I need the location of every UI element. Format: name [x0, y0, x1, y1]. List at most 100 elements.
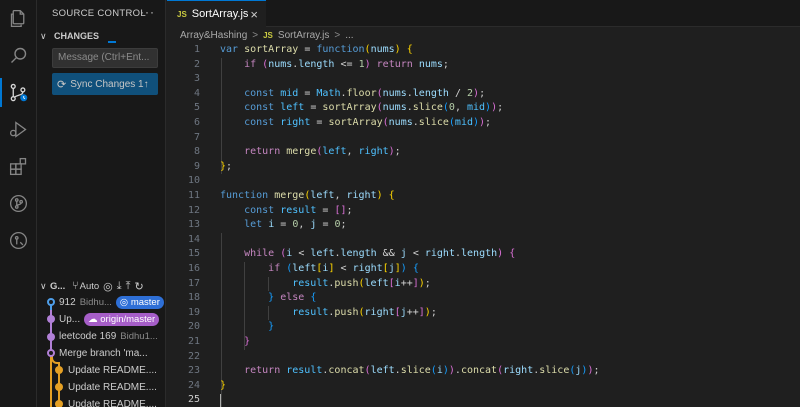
code-line: 3: [167, 72, 800, 87]
graph-row[interactable]: Update README....: [68, 362, 166, 379]
code-line: 11 function merge(left, right) {: [167, 189, 800, 204]
chevron-down-icon: ∨: [40, 280, 47, 291]
line-number: 7: [193, 131, 200, 143]
code-line: 6 const right = sortArray(nums.slice(mid…: [167, 116, 800, 131]
graph-node: [47, 333, 55, 341]
run-debug-icon[interactable]: [0, 111, 37, 148]
line-code: while (i < left.length && j < right.leng…: [244, 248, 516, 260]
line-code: const left = sortArray(nums.slice(0, mid…: [244, 102, 504, 114]
line-code: }: [220, 379, 227, 391]
activity-bar: [0, 0, 37, 407]
code-line: 19 result.push(right[j++]);: [167, 306, 800, 321]
line-code: } else {: [268, 292, 317, 304]
code-line: 18 } else {: [167, 291, 800, 306]
line-number: 15: [187, 248, 200, 260]
graph-label: G...: [50, 280, 66, 292]
line-number: 17: [187, 277, 200, 289]
tab-label: SortArray.js: [191, 8, 249, 20]
line-number: 3: [193, 73, 200, 85]
graph-auto-label[interactable]: Auto: [80, 281, 100, 292]
line-number: 25: [187, 394, 200, 406]
code-line: 4 const mid = Math.floor(nums.length / 2…: [167, 87, 800, 102]
line-number: 16: [187, 263, 200, 274]
line-number: 13: [187, 219, 200, 231]
commit-title: Up...: [59, 314, 81, 325]
refresh-icon[interactable]: ↻: [135, 280, 144, 293]
breadcrumb: Array&Hashing > JS SortArray.js > ...: [180, 28, 354, 43]
graph-section-header[interactable]: ∨ G... ⑂ Auto ◎ ⤓ ⤒ ↻: [37, 278, 166, 294]
line-number: 10: [187, 175, 200, 187]
commit-title: leetcode 169: [59, 331, 117, 342]
branch-badge: ◎ master: [115, 296, 164, 309]
code-line: 23 return result.concat(left.slice(i)).c…: [167, 364, 800, 379]
graph-node: [47, 349, 55, 357]
progress-indicator: [108, 41, 116, 43]
breadcrumb-file[interactable]: SortArray.js: [278, 30, 330, 41]
commit-title: Update README....: [68, 382, 157, 393]
graph-node: [55, 400, 63, 407]
line-code: if (left[i] < right[j]) {: [268, 263, 419, 274]
graph-row[interactable]: Merge branch 'ma...: [59, 345, 166, 362]
code-line: 10: [167, 174, 800, 189]
line-number: 12: [187, 204, 200, 216]
line-code: let i = 0, j = 0;: [244, 219, 347, 231]
code-line: 9};: [167, 160, 800, 175]
fetch-icon[interactable]: ⤓: [117, 280, 122, 293]
sync-changes-button[interactable]: ⟳ Sync Changes 1↑: [52, 73, 158, 95]
explorer-icon[interactable]: [0, 0, 37, 37]
line-code: };: [220, 160, 233, 172]
git-graph-icon[interactable]: [0, 185, 37, 222]
graph-row[interactable]: Up... ☁ origin/master: [59, 311, 166, 328]
breadcrumb-symbol[interactable]: ...: [345, 30, 353, 41]
line-code: if (nums.length <= 1) return nums;: [244, 58, 449, 70]
graph-node: [47, 298, 55, 306]
close-icon[interactable]: ×: [250, 7, 258, 22]
line-code: return merge(left, right);: [244, 146, 401, 158]
line-code: function merge(left, right) {: [220, 190, 395, 201]
commit-title: Update README....: [68, 365, 157, 376]
panel-title: SOURCE CONTROL: [52, 8, 146, 19]
remote-branch-badge-label: origin/master: [100, 314, 156, 325]
remote-explorer-icon[interactable]: [0, 222, 37, 259]
commit-message-input[interactable]: Message (Ctrl+Ent...: [52, 48, 158, 68]
code-line: 7: [167, 131, 800, 146]
pull-icon[interactable]: ⤒: [126, 280, 131, 293]
editor-tab-bar: JS SortArray.js ×: [167, 0, 800, 27]
graph-row[interactable]: leetcode 169 Bidhu1...: [59, 328, 166, 345]
graph-row[interactable]: Update README....: [68, 396, 166, 407]
graph-row[interactable]: Update README....: [68, 379, 166, 396]
breadcrumb-folder[interactable]: Array&Hashing: [180, 30, 247, 41]
search-icon[interactable]: [0, 37, 37, 74]
extensions-icon[interactable]: [0, 148, 37, 185]
graph-node: [55, 366, 63, 374]
code-line: 14: [167, 233, 800, 248]
line-number: 9: [193, 160, 200, 172]
line-number: 14: [187, 233, 200, 245]
line-number: 20: [187, 321, 200, 333]
javascript-file-icon: JS: [177, 9, 187, 19]
branch-icon: ⑂: [72, 280, 79, 292]
line-code: var sortArray = function(nums) {: [220, 44, 413, 55]
commit-title: Merge branch 'ma...: [59, 348, 148, 359]
tab-sortarray[interactable]: JS SortArray.js ×: [167, 0, 266, 27]
commit-title: Update README....: [68, 399, 157, 407]
code-editor[interactable]: 1 var sortArray = function(nums) { 2 if (…: [167, 43, 800, 407]
line-code: const result = [];: [244, 204, 353, 216]
commit-author: Bidhu1...: [120, 331, 158, 342]
line-code: const mid = Math.floor(nums.length / 2);: [244, 87, 486, 99]
code-line: 16 if (left[i] < right[j]) {: [167, 262, 800, 277]
more-actions-icon[interactable]: ···: [140, 5, 155, 19]
line-number: 23: [187, 365, 200, 377]
code-line: 13 let i = 0, j = 0;: [167, 218, 800, 233]
code-line: 17 result.push(left[i++]);: [167, 277, 800, 292]
code-line: 22: [167, 350, 800, 365]
line-number: 24: [187, 379, 200, 391]
source-control-icon[interactable]: [0, 74, 37, 111]
remote-branch-badge: ☁ origin/master: [84, 313, 160, 326]
target-icon[interactable]: ◎: [103, 280, 113, 293]
line-number: 11: [187, 190, 200, 201]
sync-changes-label: Sync Changes 1↑: [70, 78, 149, 90]
changes-section-header[interactable]: ∨ CHANGES: [37, 28, 166, 44]
graph-row[interactable]: 912 Bidhu... ◎ master: [59, 294, 166, 311]
line-code: }: [268, 321, 275, 333]
